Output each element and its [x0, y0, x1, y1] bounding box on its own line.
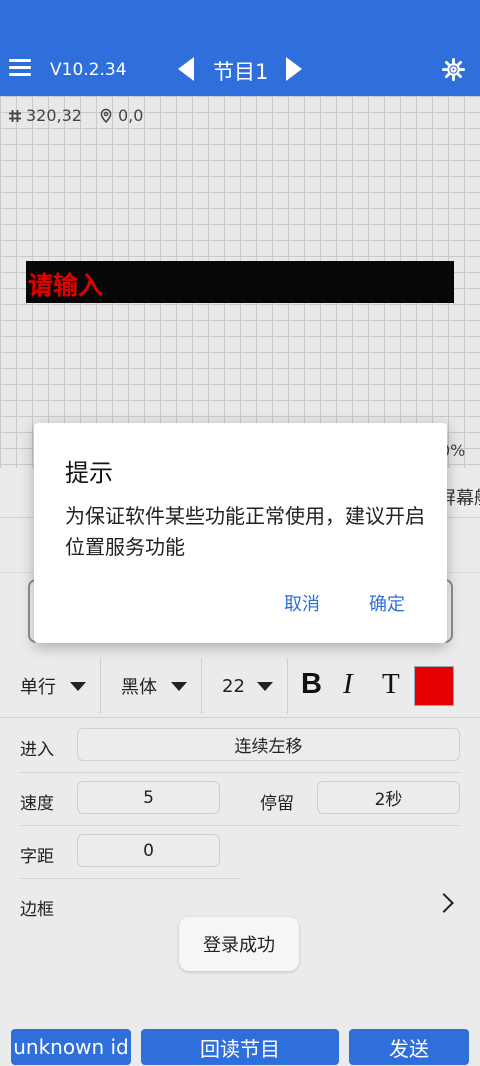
- text-style-button[interactable]: T: [382, 668, 400, 701]
- grid-coords-value: 320,32: [26, 106, 82, 125]
- speed-field[interactable]: 5: [77, 781, 220, 814]
- chevron-down-icon: [256, 681, 273, 691]
- font-value: 黑体: [121, 677, 157, 698]
- location-permission-dialog: 提示 为保证软件某些功能正常使用，建议开启位置服务功能 取消 确定: [34, 423, 447, 643]
- stay-label: 停留: [260, 794, 294, 814]
- program-title: 节目1: [213, 60, 269, 84]
- divider: [20, 825, 460, 826]
- dialog-message: 为保证软件某些功能正常使用，建议开启位置服务功能: [65, 504, 425, 559]
- coordinate-readout: 320,32 0,0: [8, 106, 143, 125]
- spacing-field[interactable]: 0: [77, 834, 220, 867]
- border-label[interactable]: 边框: [20, 895, 54, 920]
- format-toolbar: 单行 黑体 22 B I T: [0, 658, 480, 714]
- chevron-down-icon: [70, 681, 86, 691]
- cursor-coords-value: 0,0: [117, 106, 144, 125]
- divider: [20, 772, 460, 773]
- hamburger-menu-icon[interactable]: [9, 59, 31, 77]
- readback-program-button[interactable]: 回读节目: [141, 1029, 339, 1065]
- enter-effect-field[interactable]: 连续左移: [77, 728, 460, 761]
- confirm-button[interactable]: 确定: [369, 590, 405, 616]
- next-program-icon[interactable]: [286, 57, 302, 81]
- cancel-button[interactable]: 取消: [284, 590, 320, 616]
- led-preview-text: 请输入: [28, 271, 104, 300]
- line-mode-value: 单行: [20, 677, 56, 698]
- text-color-swatch[interactable]: [414, 666, 454, 706]
- led-preview-area[interactable]: 请输入: [26, 261, 454, 303]
- app-header: V10.2.34 节目1: [0, 0, 480, 96]
- font-dropdown[interactable]: 黑体: [121, 658, 187, 714]
- toast-message: 登录成功: [179, 917, 299, 971]
- gear-icon[interactable]: [442, 58, 465, 81]
- enter-label: 进入: [20, 740, 54, 760]
- dialog-title: 提示: [65, 459, 113, 487]
- italic-button[interactable]: I: [343, 668, 353, 701]
- location-pin-icon: [100, 108, 112, 123]
- font-size-dropdown[interactable]: 22: [222, 658, 273, 714]
- divider: [20, 878, 240, 879]
- font-size-value: 22: [222, 675, 245, 697]
- line-mode-dropdown[interactable]: 单行: [20, 658, 86, 714]
- previous-program-icon[interactable]: [178, 57, 194, 81]
- bold-button[interactable]: B: [301, 668, 322, 701]
- version-label: V10.2.34: [50, 60, 127, 80]
- send-button[interactable]: 发送: [349, 1029, 469, 1065]
- divider: [287, 658, 288, 714]
- divider: [0, 717, 480, 718]
- grid-icon: [9, 109, 21, 122]
- divider: [100, 658, 101, 714]
- stay-field[interactable]: 2秒: [317, 781, 460, 814]
- divider: [201, 658, 202, 714]
- spacing-label: 字距: [20, 847, 54, 867]
- speed-label: 速度: [20, 794, 54, 814]
- chevron-down-icon: [171, 681, 187, 691]
- unknown-id-button[interactable]: unknown id: [11, 1029, 131, 1065]
